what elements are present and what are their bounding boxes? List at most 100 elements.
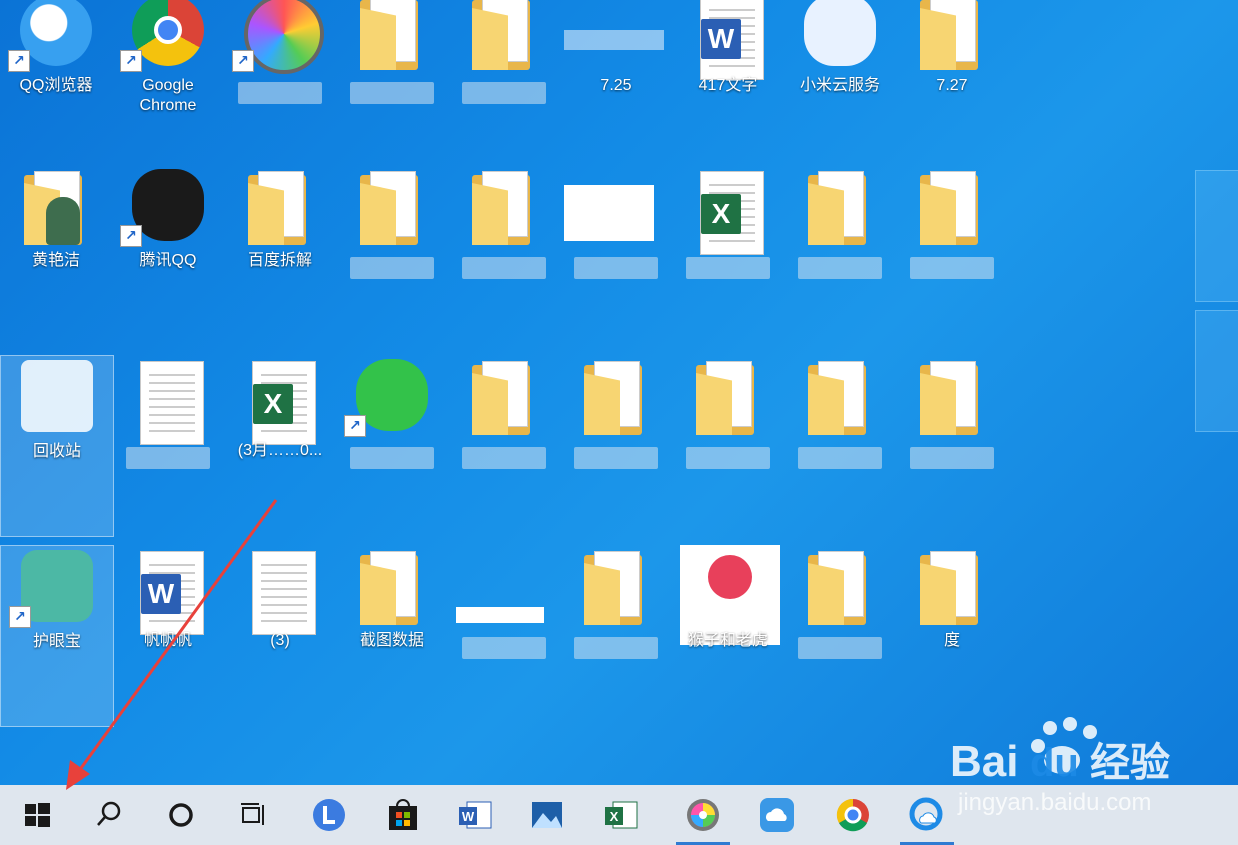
document-line bbox=[149, 564, 195, 566]
taskbar-app-l[interactable] bbox=[298, 785, 360, 845]
folder-graphic bbox=[472, 361, 532, 435]
desktop-icon[interactable]: 7.27 bbox=[896, 0, 1008, 170]
taskbar-store[interactable] bbox=[372, 785, 434, 845]
desktop-icon[interactable] bbox=[560, 355, 672, 535]
folder-graphic bbox=[584, 361, 644, 435]
taskbar-chrome[interactable] bbox=[822, 785, 884, 845]
desktop-icon[interactable]: ↗ bbox=[224, 0, 336, 170]
folder-front bbox=[696, 373, 732, 435]
desktop-icon[interactable]: ↗ 护眼宝 bbox=[0, 545, 114, 727]
folder-graphic bbox=[24, 171, 84, 245]
desktop-icon[interactable]: 小米云服务 bbox=[784, 0, 896, 170]
desktop-icon[interactable]: 7.25 bbox=[560, 0, 672, 170]
desktop-icon[interactable] bbox=[448, 0, 560, 170]
document-line bbox=[709, 9, 755, 11]
desktop-icon[interactable] bbox=[448, 355, 560, 535]
desktop-icon[interactable]: X (3月……0... bbox=[224, 355, 336, 535]
taskbar-word[interactable]: W bbox=[444, 785, 506, 845]
desktop-icon[interactable]: ↗ QQ浏览器 bbox=[0, 0, 112, 170]
desktop-icon-label: 黄艳洁 bbox=[31, 252, 80, 269]
folder-icon bbox=[352, 0, 432, 70]
folder-icon bbox=[464, 355, 544, 435]
redacted-label bbox=[686, 447, 770, 469]
desktop-icon[interactable]: 回收站 bbox=[0, 355, 114, 537]
word-badge: W bbox=[701, 19, 741, 59]
folder-icon bbox=[352, 545, 432, 625]
redacted-label bbox=[798, 637, 882, 659]
redacted-label bbox=[798, 447, 882, 469]
desktop-icon[interactable]: 度 bbox=[896, 545, 1008, 725]
sheetthumb-icon bbox=[564, 165, 656, 245]
desktop-icon-label: 7.25 bbox=[600, 77, 632, 94]
taskbar-cloud-app[interactable] bbox=[746, 785, 808, 845]
folder-graphic bbox=[360, 551, 420, 625]
folder-icon bbox=[912, 545, 992, 625]
excel-icon: X bbox=[240, 355, 320, 445]
desktop-icon-label: 截图数据 bbox=[359, 632, 424, 649]
document-line bbox=[149, 406, 195, 408]
word-badge: W bbox=[141, 574, 181, 614]
redacted-label bbox=[350, 82, 434, 104]
desktop-icon[interactable]: 黄艳洁 bbox=[0, 165, 112, 345]
desktop-icon[interactable]: 百度拆解 bbox=[224, 165, 336, 345]
desktop-icon-label: 小米云服务 bbox=[799, 77, 880, 94]
userfolder-icon bbox=[16, 165, 96, 245]
desktop-icon[interactable] bbox=[112, 355, 224, 535]
folder-graphic bbox=[472, 0, 532, 70]
redacted-label bbox=[350, 257, 434, 279]
desktop-icon[interactable]: X bbox=[672, 165, 784, 345]
desktop-icon-label: 回收站 bbox=[32, 443, 81, 460]
taskbar-start-button[interactable] bbox=[6, 785, 68, 845]
desktop-icon[interactable]: W 帆帆帆 bbox=[112, 545, 224, 725]
document-line bbox=[149, 422, 195, 424]
desktop-icon[interactable] bbox=[448, 165, 560, 345]
document-line bbox=[261, 612, 307, 614]
desktop-icon[interactable]: (3) bbox=[224, 545, 336, 725]
taskbar-colorwheel-app[interactable] bbox=[672, 785, 734, 845]
desktop-icon-label: (3月……0... bbox=[237, 442, 323, 459]
desktop-icon[interactable] bbox=[896, 165, 1008, 345]
desktop-icon[interactable] bbox=[560, 165, 672, 345]
folder-front bbox=[472, 183, 508, 245]
document-line bbox=[149, 620, 195, 622]
redacted-label bbox=[462, 637, 546, 659]
desktop-icon[interactable] bbox=[784, 545, 896, 725]
recycle-graphic bbox=[21, 360, 93, 432]
desktop-icon[interactable] bbox=[784, 165, 896, 345]
document-graphic: X bbox=[700, 171, 764, 255]
colorwheel-graphic bbox=[244, 0, 324, 74]
desktop-icon[interactable] bbox=[448, 545, 560, 725]
redacted-label bbox=[574, 447, 658, 469]
desktop-icon[interactable]: ↗ Google Chrome bbox=[112, 0, 224, 170]
taskbar-cortana-button[interactable] bbox=[150, 785, 212, 845]
desktop-icon[interactable] bbox=[896, 355, 1008, 535]
shortcut-arrow-icon: ↗ bbox=[120, 225, 142, 247]
taskbar-excel[interactable]: X bbox=[590, 785, 652, 845]
desktop-icon[interactable] bbox=[672, 355, 784, 535]
desktop-icon[interactable] bbox=[336, 165, 448, 345]
folder-graphic bbox=[360, 171, 420, 245]
l-app-icon bbox=[311, 797, 347, 833]
desktop-icon[interactable] bbox=[560, 545, 672, 725]
folder-graphic bbox=[696, 361, 756, 435]
desktop-icon[interactable] bbox=[336, 0, 448, 170]
desktop-icon[interactable]: ↗ bbox=[336, 355, 448, 535]
redacted-label bbox=[686, 257, 770, 279]
folder-graphic bbox=[920, 361, 980, 435]
desktop-icon[interactable] bbox=[784, 355, 896, 535]
excel-icon: X bbox=[603, 797, 639, 833]
redacted-label bbox=[798, 257, 882, 279]
doc-icon bbox=[240, 545, 320, 635]
taskbar-photos[interactable] bbox=[516, 785, 578, 845]
taskbar-search-button[interactable] bbox=[78, 785, 140, 845]
document-line bbox=[709, 184, 755, 186]
taskbar-task-view-button[interactable] bbox=[222, 785, 284, 845]
baidu-watermark: Bai du 经验 jingyan.baidu.com bbox=[950, 717, 1170, 816]
word-icon: W bbox=[128, 545, 208, 635]
search-icon bbox=[91, 797, 127, 833]
desktop-icon[interactable]: W 417文字 bbox=[672, 0, 784, 170]
desktop-icon[interactable]: ↗ 腾讯QQ bbox=[112, 165, 224, 345]
desktop-icon[interactable]: 截图数据 bbox=[336, 545, 448, 725]
svg-text:W: W bbox=[462, 809, 475, 824]
desktop-icon[interactable]: 猴子和老虎 bbox=[672, 545, 784, 725]
